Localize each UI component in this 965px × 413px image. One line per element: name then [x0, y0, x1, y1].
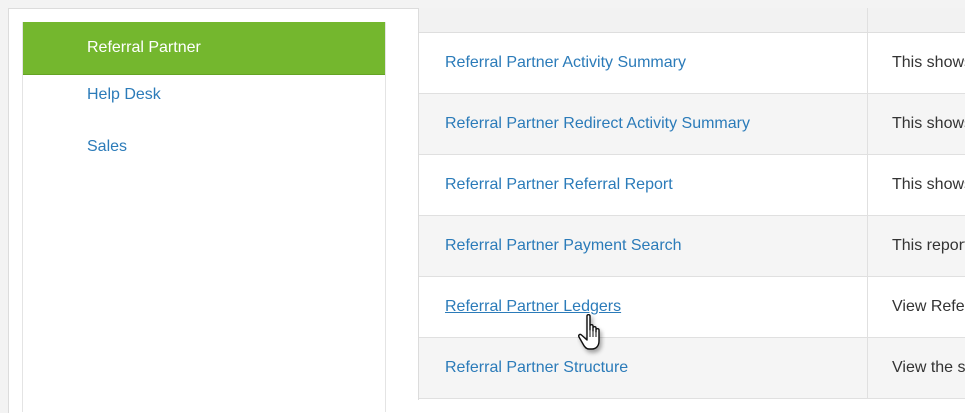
- report-link-referral-report[interactable]: Referral Partner Referral Report: [445, 176, 673, 193]
- table-row: Referral Partner Activity Summary This s…: [419, 33, 965, 94]
- sidebar-item-help-desk[interactable]: Help Desk: [23, 75, 385, 127]
- sidebar-item-referral-partner[interactable]: Referral Partner: [23, 22, 385, 75]
- table-row: Referral Partner Referral Report This sh…: [419, 155, 965, 216]
- sidebar-item-sales[interactable]: Sales: [23, 127, 385, 179]
- table-row: Referral Partner Structure View the st: [419, 338, 965, 399]
- report-description: View Referr: [868, 277, 965, 338]
- report-link-structure[interactable]: Referral Partner Structure: [445, 359, 628, 376]
- report-description: View the st: [868, 338, 965, 399]
- report-description: This shows: [868, 94, 965, 155]
- column-header-name: [419, 8, 868, 33]
- table-row: Referral Partner Ledgers View Referr: [419, 277, 965, 338]
- report-description: This shows: [868, 155, 965, 216]
- report-link-activity-summary[interactable]: Referral Partner Activity Summary: [445, 54, 686, 71]
- table-row: Referral Partner Payment Search This rep…: [419, 216, 965, 277]
- report-category-sidebar: Referral Partner Help Desk Sales: [22, 22, 386, 412]
- report-description: This report: [868, 216, 965, 277]
- reports-table: Referral Partner Activity Summary This s…: [418, 8, 965, 400]
- report-link-payment-search[interactable]: Referral Partner Payment Search: [445, 237, 682, 254]
- table-row: Referral Partner Redirect Activity Summa…: [419, 94, 965, 155]
- hand-pointer-icon: [577, 313, 613, 361]
- report-description: This shows: [868, 33, 965, 94]
- table-header-row: [419, 8, 965, 33]
- report-link-redirect-activity-summary[interactable]: Referral Partner Redirect Activity Summa…: [445, 115, 750, 132]
- column-header-description: [868, 8, 965, 33]
